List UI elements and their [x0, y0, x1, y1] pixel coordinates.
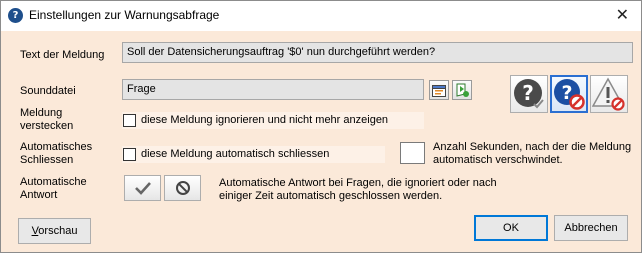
auto-close-checkbox[interactable]	[123, 148, 136, 161]
sound-label: Sounddatei	[20, 85, 76, 97]
seconds-hint-line2: automatisch verschwindet.	[433, 154, 563, 166]
question-mark-icon: ?	[514, 79, 544, 109]
hide-checkbox-row[interactable]: diese Meldung ignorieren und nicht mehr …	[122, 112, 424, 129]
play-sound-icon	[456, 83, 469, 97]
auto-close-label: Automatisches Schliessen	[20, 141, 92, 167]
auto-answer-hint-line1: Automatische Antwort bei Fragen, die ign…	[219, 177, 497, 189]
auto-answer-hint: Automatische Antwort bei Fragen, die ign…	[219, 177, 497, 203]
auto-close-label-line2: Schliessen	[20, 154, 74, 166]
folder-browse-icon	[432, 85, 446, 97]
message-input[interactable]: Soll der Datensicherungsauftrag '$0' nun…	[122, 42, 633, 63]
auto-answer-yes-button[interactable]	[124, 175, 161, 201]
sound-input[interactable]: Frage	[122, 79, 424, 100]
svg-text:?: ?	[522, 81, 534, 105]
question-mark-blocked-icon: ?	[554, 79, 585, 110]
seconds-hint-line1: Anzahl Sekunden, nach der die Meldung	[433, 141, 632, 153]
hide-label: Meldung verstecken	[20, 107, 73, 133]
window-title: Einstellungen zur Warnungsabfrage	[29, 8, 220, 22]
icon-choice-question-blocked[interactable]: ?	[550, 75, 588, 113]
auto-close-checkbox-row[interactable]: diese Meldung automatisch schliessen	[122, 146, 385, 163]
title-bar: ? Einstellungen zur Warnungsabfrage ✕	[1, 1, 641, 31]
auto-answer-no-button[interactable]	[164, 175, 201, 201]
hide-label-line2: verstecken	[20, 120, 74, 132]
checkmark-icon	[134, 182, 151, 195]
auto-close-checkbox-label: diese Meldung automatisch schliessen	[141, 148, 330, 160]
icon-choice-warning-blocked[interactable]	[590, 75, 628, 113]
hide-checkbox-label: diese Meldung ignorieren und nicht mehr …	[141, 114, 389, 126]
preview-button[interactable]: Vorschau	[18, 218, 91, 244]
auto-close-label-line1: Automatisches	[20, 141, 93, 153]
auto-answer-label-line1: Automatische	[20, 176, 87, 188]
play-sound-button[interactable]	[452, 80, 472, 100]
cancel-button[interactable]: Abbrechen	[554, 215, 628, 241]
seconds-input[interactable]	[400, 142, 425, 164]
no-entry-icon	[175, 181, 190, 195]
auto-answer-label-line2: Antwort	[20, 189, 58, 201]
close-icon[interactable]: ✕	[616, 5, 629, 24]
auto-answer-hint-line2: einiger Zeit automatisch geschlossen wer…	[219, 190, 443, 202]
app-question-icon: ?	[8, 8, 23, 23]
hide-checkbox[interactable]	[123, 114, 136, 127]
icon-choice-question[interactable]: ?	[510, 75, 548, 113]
seconds-hint: Anzahl Sekunden, nach der die Meldung au…	[433, 141, 631, 167]
settings-dialog: ? Einstellungen zur Warnungsabfrage ✕ Te…	[0, 0, 642, 253]
preview-label-rest: orschau	[38, 225, 78, 237]
ok-button[interactable]: OK	[474, 215, 548, 241]
warning-blocked-icon	[592, 77, 625, 111]
hide-label-line1: Meldung	[20, 107, 63, 119]
auto-answer-label: Automatische Antwort	[20, 176, 87, 202]
message-label: Text der Meldung	[20, 49, 105, 61]
browse-sound-button[interactable]	[429, 80, 449, 100]
